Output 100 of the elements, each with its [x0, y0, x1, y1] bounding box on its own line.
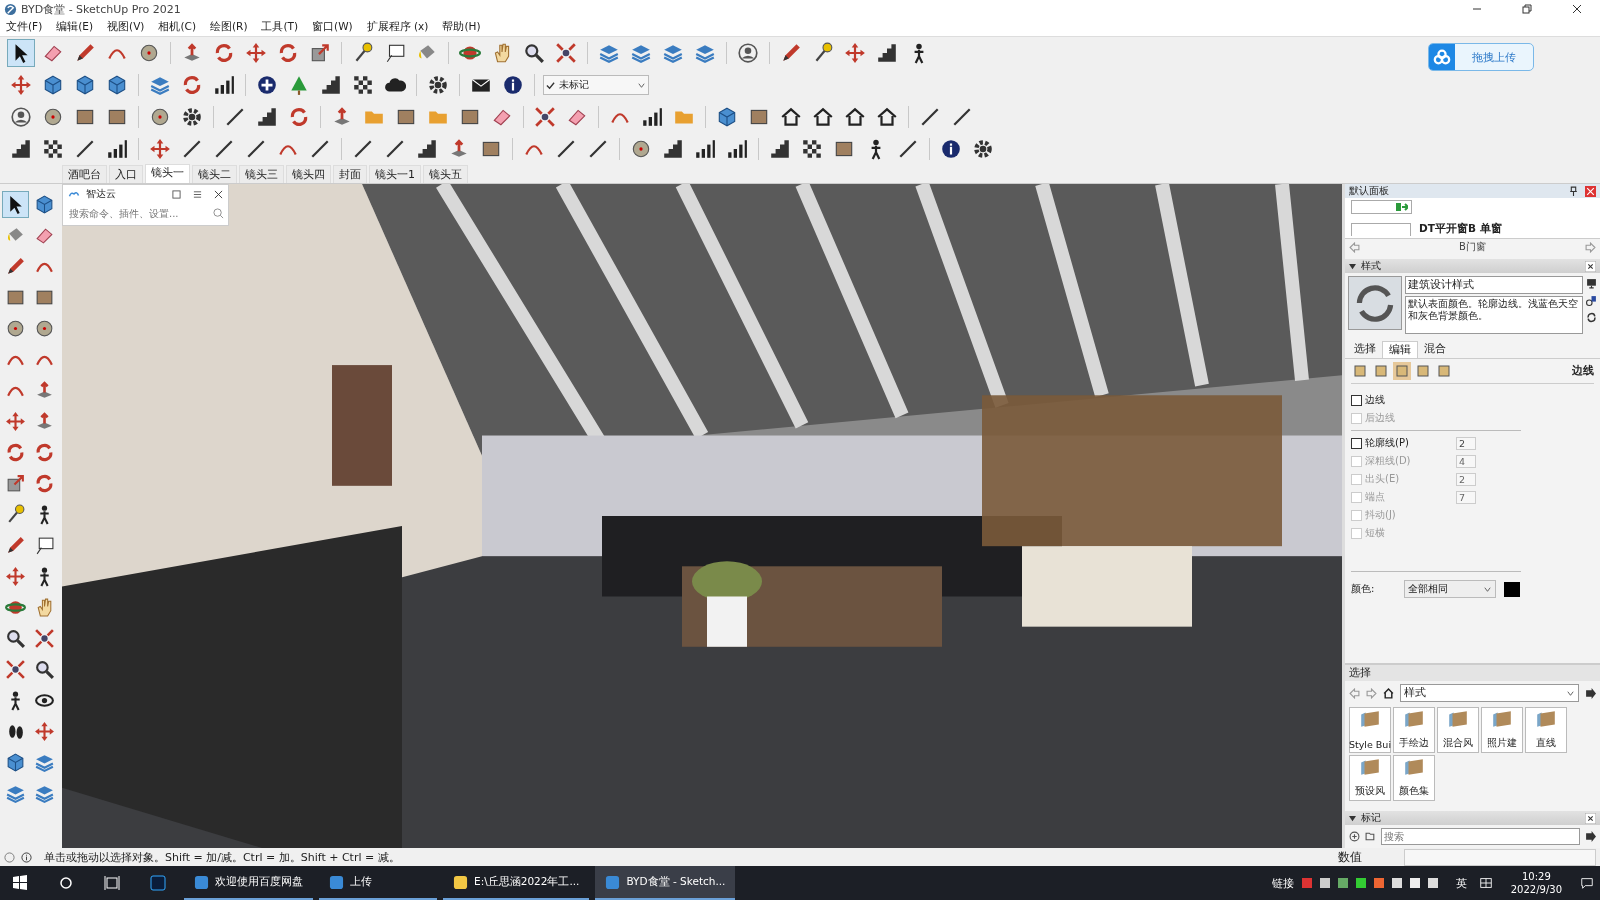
component-thumbnail[interactable]	[1351, 200, 1412, 214]
user-icon[interactable]	[8, 104, 34, 130]
scene-tab[interactable]: 酒吧台	[62, 165, 107, 183]
scene-tab[interactable]: 镜头一	[145, 164, 190, 183]
style-folder[interactable]: 颜色集	[1393, 755, 1435, 801]
style-folder[interactable]: 预设风	[1349, 755, 1391, 801]
forward-arrow-icon[interactable]	[1366, 687, 1377, 699]
maximize-icon[interactable]	[172, 189, 181, 199]
checkbox[interactable]	[1351, 394, 1362, 406]
move-icon[interactable]	[32, 719, 57, 744]
pin-icon[interactable]	[1568, 185, 1579, 197]
taskbar-app[interactable]: 欢迎使用百度网盘	[184, 866, 313, 900]
close-icon[interactable]	[1585, 260, 1596, 272]
add-style-icon[interactable]	[1586, 295, 1597, 306]
window-title: BYD食堂 - SketchUp Pro 2021	[21, 1, 181, 17]
option-label: 深粗线(D)	[1365, 454, 1412, 468]
clock-time[interactable]: 10:29	[1521, 870, 1551, 883]
taskbar-app[interactable]: E:\丘思涵2022年工...	[443, 866, 590, 900]
monitor-icon[interactable]	[1586, 278, 1597, 289]
folder-icon	[1403, 758, 1425, 776]
color-label: 颜色:	[1351, 582, 1375, 596]
style-folder[interactable]: 直线	[1525, 707, 1567, 753]
collapse-triangle-icon	[1349, 814, 1356, 822]
back-arrow-icon[interactable]	[1349, 687, 1360, 699]
upload-button[interactable]: 拖拽上传	[1428, 43, 1534, 71]
close-icon[interactable]	[214, 189, 223, 199]
checkbox[interactable]	[1351, 437, 1362, 449]
input-method[interactable]: 英	[1455, 875, 1467, 891]
color-swatch[interactable]	[1504, 581, 1521, 597]
style-tab[interactable]: 混合	[1418, 341, 1452, 358]
tray-title: 默认面板	[1349, 184, 1389, 198]
refresh-icon[interactable]	[1586, 312, 1597, 323]
menu-item[interactable]: 帮助(H)	[442, 20, 489, 34]
info-icon[interactable]	[21, 851, 32, 863]
scene-tab[interactable]: 镜头二	[192, 165, 237, 183]
measurements-field[interactable]	[1404, 848, 1596, 866]
width-field[interactable]: 2	[1456, 436, 1476, 450]
scene-tab[interactable]: 镜头四	[286, 165, 331, 183]
menu-item[interactable]: 工具(T)	[261, 20, 307, 34]
style-name-field[interactable]: 建筑设计样式	[1405, 276, 1583, 294]
menu-item[interactable]: 窗口(W)	[312, 20, 361, 34]
folder-icon	[1447, 710, 1469, 728]
tag-value: 未标记	[559, 78, 590, 92]
add-icon[interactable]	[1349, 831, 1360, 842]
section-header[interactable]: 标记	[1345, 811, 1600, 825]
checkmark-icon	[546, 80, 555, 90]
component-thumbnail[interactable]	[1351, 222, 1411, 236]
details-arrow-icon[interactable]	[1585, 831, 1596, 842]
menu-item[interactable]: 文件(F)	[6, 20, 51, 34]
collapse-triangle-icon	[1349, 262, 1356, 270]
menu-icon[interactable]	[193, 189, 202, 199]
forward-arrow-icon[interactable]	[1585, 241, 1596, 253]
scene-tab[interactable]: 镜头一1	[369, 165, 421, 183]
tag-search-field[interactable]: 搜索	[1381, 828, 1580, 845]
menu-item[interactable]: 绘图(R)	[210, 20, 256, 34]
style-description[interactable]: 默认表面颜色。轮廓边线。浅蓝色天空和灰色背景颜色。	[1405, 296, 1583, 334]
clock-date[interactable]: 2022/9/30	[1510, 883, 1562, 896]
style-folder[interactable]: 手绘边	[1393, 707, 1435, 753]
style-folder[interactable]: Style Bui	[1349, 707, 1391, 753]
back-arrow-icon[interactable]	[1349, 241, 1360, 253]
box-icon[interactable]	[1351, 362, 1369, 380]
section-header[interactable]: 样式	[1345, 259, 1600, 273]
close-icon[interactable]	[1585, 812, 1596, 824]
move-icon[interactable]	[3, 564, 28, 589]
menu-item[interactable]: 编辑(E)	[56, 20, 102, 34]
scene-tab[interactable]: 镜头三	[239, 165, 284, 183]
taskbar-app[interactable]: 上传	[319, 866, 437, 900]
component-icon	[1396, 202, 1408, 212]
menu-item[interactable]: 视图(V)	[107, 20, 153, 34]
style-folder[interactable]: 混合风	[1437, 707, 1479, 753]
user-icon[interactable]	[735, 40, 761, 66]
menu-item[interactable]: 相机(C)	[158, 20, 204, 34]
cloud-icon	[1429, 44, 1455, 70]
move-icon[interactable]	[3, 409, 28, 434]
box-icon[interactable]	[1435, 362, 1453, 380]
scene-tab[interactable]: 封面	[333, 165, 367, 183]
scene-tab[interactable]: 镜头五	[423, 165, 468, 183]
close-icon[interactable]	[1572, 4, 1582, 14]
color-mode-dropdown[interactable]: 全部相同	[1404, 580, 1497, 598]
details-arrow-icon[interactable]	[1585, 687, 1596, 699]
collection-dropdown[interactable]: 样式	[1400, 684, 1579, 702]
restore-icon[interactable]	[1522, 4, 1532, 14]
home-icon[interactable]	[1383, 687, 1394, 699]
style-thumbnail-icon	[1348, 276, 1402, 330]
tray-link[interactable]: 链接	[1271, 875, 1294, 891]
style-folder[interactable]: 照片建	[1481, 707, 1523, 753]
panel-title: 智达云	[86, 187, 116, 201]
cursor-icon[interactable]	[3, 192, 28, 217]
menu-item[interactable]: 扩展程序 (x)	[366, 20, 437, 34]
folder-add-icon[interactable]	[1365, 831, 1376, 842]
cursor-icon[interactable]	[8, 40, 34, 66]
box-icon[interactable]	[1414, 362, 1432, 380]
style-tab[interactable]: 选择	[1348, 341, 1382, 358]
cloud-logo-icon	[68, 190, 80, 198]
scene-tab[interactable]: 入口	[109, 165, 143, 183]
tag-dropdown[interactable]: 未标记	[543, 75, 649, 95]
taskbar-app[interactable]: BYD食堂 - Sketch...	[595, 866, 736, 900]
app-icon	[329, 874, 344, 890]
style-tab[interactable]: 编辑	[1382, 341, 1418, 358]
box-icon[interactable]	[1372, 362, 1390, 380]
